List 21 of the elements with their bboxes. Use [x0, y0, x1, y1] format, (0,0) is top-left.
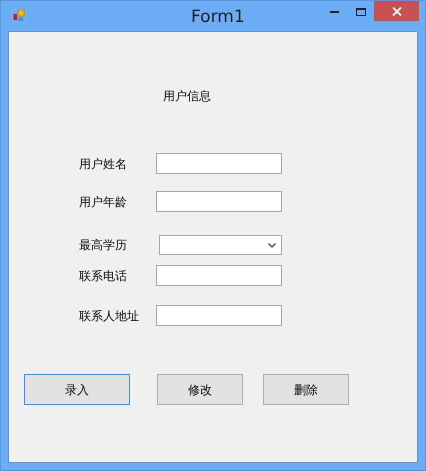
- close-button[interactable]: [374, 1, 419, 21]
- field-label: 用户年龄: [79, 194, 128, 210]
- field-label: 联系人地址: [79, 308, 140, 324]
- maximize-icon: [356, 8, 366, 16]
- dropdown[interactable]: [159, 235, 282, 255]
- text-field[interactable]: [156, 191, 282, 212]
- text-field[interactable]: [156, 305, 282, 326]
- chevron-down-icon: [268, 242, 276, 248]
- app-icon: [12, 9, 26, 23]
- minimize-icon: [330, 10, 338, 12]
- form-heading: 用户信息: [163, 88, 211, 104]
- field-label: 最高学历: [79, 237, 128, 254]
- text-field[interactable]: [156, 153, 282, 174]
- form-button[interactable]: 录入: [24, 374, 130, 405]
- form-button[interactable]: 删除: [263, 374, 349, 405]
- field-label: 联系电话: [79, 268, 128, 284]
- field-label: 用户姓名: [79, 156, 128, 172]
- form-button[interactable]: 修改: [157, 374, 243, 405]
- close-icon: [392, 6, 402, 16]
- window-title: Form1: [191, 6, 245, 29]
- text-field[interactable]: [156, 265, 282, 286]
